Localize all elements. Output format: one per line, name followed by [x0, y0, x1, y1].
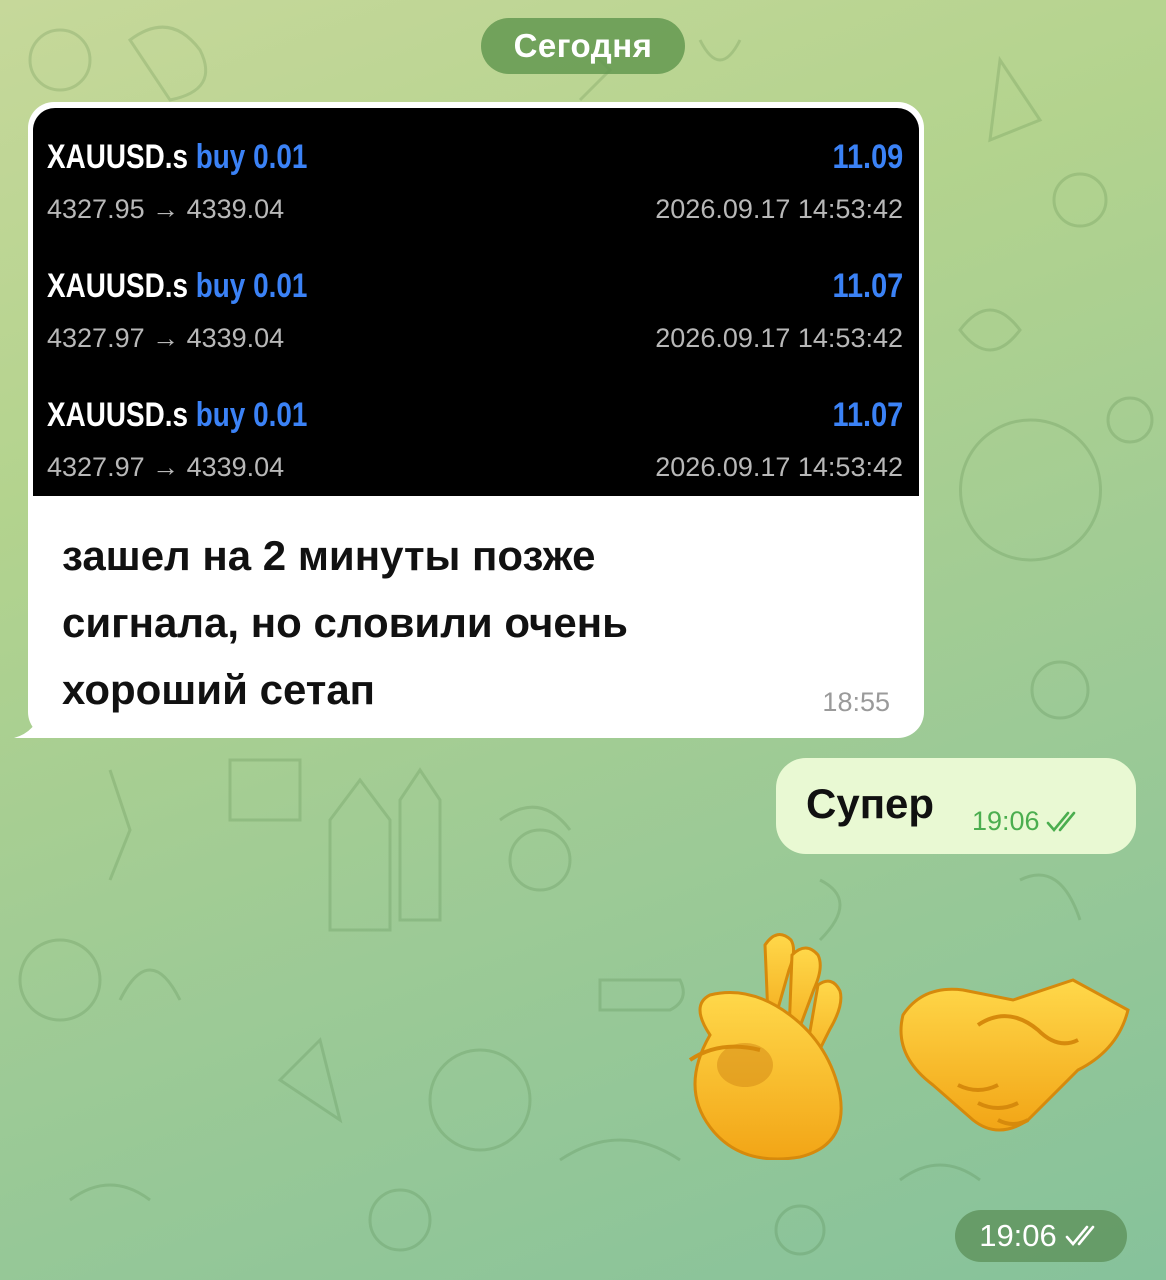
trade-profit: 11.09: [832, 138, 903, 176]
date-divider: Сегодня: [481, 18, 685, 74]
message-line: зашел на 2 минуты позже: [62, 532, 596, 579]
trade-symbol: XAUUSD.s: [47, 138, 188, 176]
trade-prices: 4327.97 → 4339.04: [47, 452, 285, 482]
incoming-message[interactable]: XAUUSD.s buy 0.01 11.09 4327.95 → 4339.0…: [14, 102, 924, 738]
trade-prices: 4327.95 → 4339.04: [47, 194, 285, 224]
trade-lot: 0.01: [253, 138, 308, 176]
message-time: 19:06: [979, 1218, 1057, 1253]
double-check-icon: [1046, 811, 1075, 832]
trade-side: buy: [195, 396, 246, 434]
trade-lot: 0.01: [253, 267, 308, 305]
trade-row: XAUUSD.s buy 0.01 11.09 4327.95 → 4339.0…: [33, 108, 919, 228]
bubble-tail: [14, 708, 54, 738]
trade-side: buy: [195, 138, 246, 176]
trade-datetime: 2026.09.17 14:53:42: [655, 323, 903, 353]
emoji-message[interactable]: [670, 925, 1140, 1165]
trade-row: XAUUSD.s buy 0.01 11.07 4327.97 → 4339.0…: [33, 237, 919, 357]
trade-prices: 4327.97 → 4339.04: [47, 323, 285, 353]
double-check-icon: [1065, 1225, 1095, 1247]
trade-side: buy: [195, 267, 246, 305]
message-line: хороший сетап: [62, 666, 376, 713]
trade-lot: 0.01: [253, 396, 308, 434]
message-text: Супер: [806, 780, 935, 827]
message-text: зашел на 2 минуты позже сигнала, но слов…: [62, 522, 822, 723]
trade-history-screenshot[interactable]: XAUUSD.s buy 0.01 11.09 4327.95 → 4339.0…: [33, 108, 919, 496]
trade-row: XAUUSD.s buy 0.01 11.07 4327.97 → 4339.0…: [33, 366, 919, 486]
message-time: 18:55: [822, 687, 890, 717]
handshake-emoji: [899, 978, 1130, 1132]
outgoing-message[interactable]: Супер 19:06: [776, 758, 1136, 854]
trade-profit: 11.07: [832, 267, 903, 305]
message-time: 19:06: [972, 806, 1040, 836]
trade-profit: 11.07: [832, 396, 903, 434]
trade-symbol: XAUUSD.s: [47, 267, 188, 305]
message-line: сигнала, но словили очень: [62, 599, 628, 646]
trade-datetime: 2026.09.17 14:53:42: [655, 194, 903, 224]
trade-datetime: 2026.09.17 14:53:42: [655, 452, 903, 482]
emoji-message-time: 19:06: [955, 1210, 1127, 1262]
trade-symbol: XAUUSD.s: [47, 396, 188, 434]
ok-hand-emoji: [688, 933, 843, 1160]
